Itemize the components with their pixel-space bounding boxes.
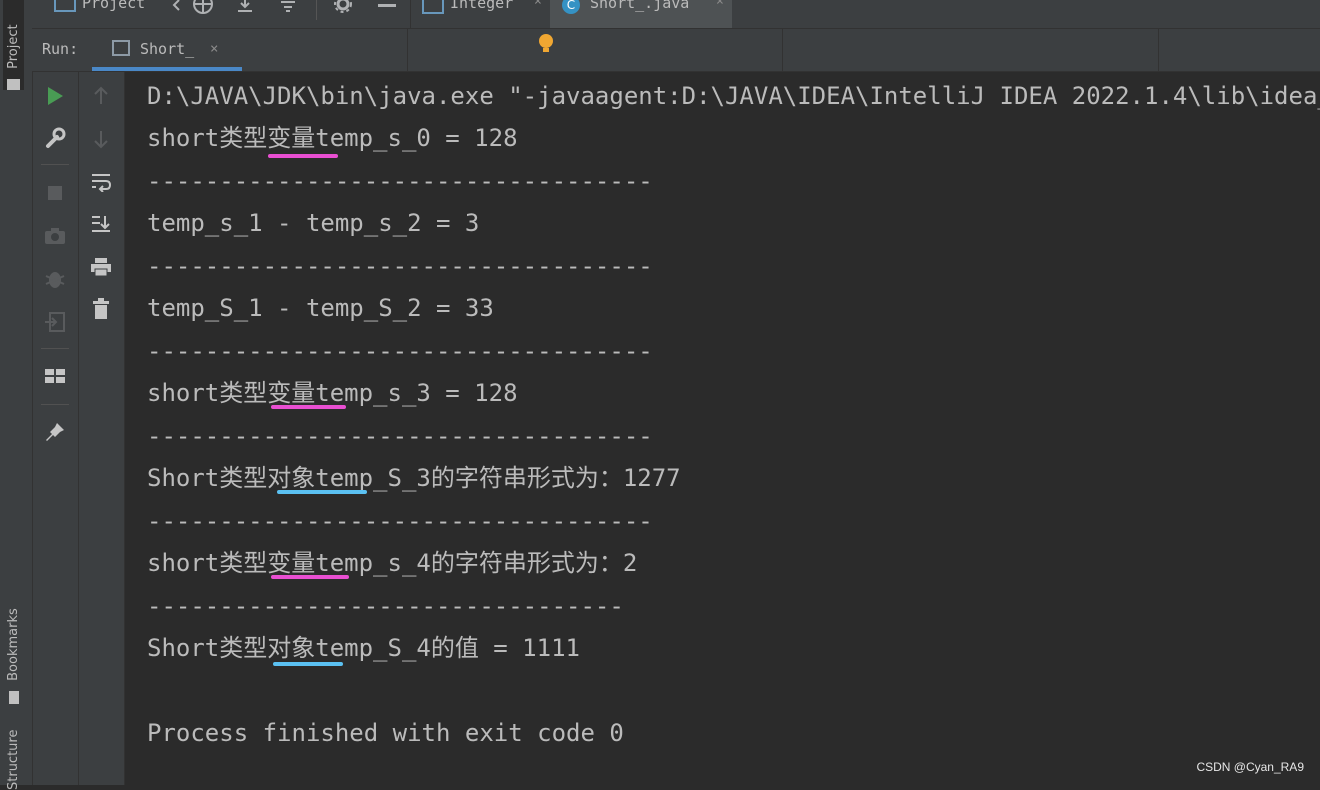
debug-bug-icon[interactable]	[43, 267, 67, 291]
highlight-underline	[273, 662, 343, 666]
project-view-icon	[54, 0, 76, 12]
class-file-icon	[422, 0, 444, 14]
arrow-up-icon[interactable]	[89, 84, 113, 108]
console-line: -----------------------------------	[147, 252, 653, 280]
console-line: short类型变量temp_s_0 = 128	[147, 124, 518, 152]
highlight-underline	[268, 154, 338, 158]
run-toolbar-primary	[33, 72, 79, 785]
camera-icon[interactable]	[43, 224, 67, 248]
console-line: temp_s_1 - temp_s_2 = 3	[147, 209, 480, 237]
highlight-underline	[271, 405, 346, 409]
console-line: short类型变量temp_s_4的字符串形式为：2	[147, 549, 638, 577]
gear-icon[interactable]	[332, 0, 354, 16]
editor-tab-short-java[interactable]: C Short_.java ×	[550, 0, 732, 28]
expand-all-icon[interactable]	[235, 0, 255, 16]
java-class-icon: C	[562, 0, 580, 14]
pin-icon[interactable]	[43, 420, 67, 444]
highlight-underline	[271, 575, 349, 579]
console-line: Process finished with exit code 0	[147, 719, 624, 747]
structure-tab-label: Structure	[6, 730, 21, 790]
console-line: Short类型对象temp_S_4的值 = 1111	[147, 634, 580, 662]
editor-tab-label: Short_.java	[590, 0, 690, 12]
close-tab-icon[interactable]: ×	[716, 0, 724, 9]
console-line: -----------------------------------	[147, 422, 653, 450]
structure-tool-tab[interactable]: Structure	[6, 730, 21, 790]
print-icon[interactable]	[89, 255, 113, 279]
console-output[interactable]: D:\JAVA\JDK\bin\java.exe "-javaagent:D:\…	[125, 72, 1320, 785]
editor-tab-bar: Project Integer × C Short_.java ×	[32, 0, 1320, 29]
header-divider	[1158, 29, 1159, 71]
console-line: temp_S_1 - temp_S_2 = 33	[147, 294, 494, 322]
active-tab-indicator	[92, 67, 242, 71]
layout-icon[interactable]	[43, 364, 67, 388]
collapse-all-icon[interactable]	[278, 0, 298, 16]
stop-icon[interactable]	[43, 181, 67, 205]
run-toolbar-secondary	[79, 72, 125, 785]
project-view-label[interactable]: Project	[82, 0, 145, 26]
rerun-icon[interactable]	[43, 84, 67, 108]
console-line: -----------------------------------	[147, 167, 653, 195]
editor-tab-label: Integer	[450, 0, 514, 12]
lightbulb-icon[interactable]	[537, 33, 555, 57]
console-line: short类型变量temp_s_3 = 128	[147, 379, 518, 407]
project-tool-tab[interactable]: Project	[3, 0, 24, 90]
run-tool-window-header: Run: Short_ ×	[32, 29, 1320, 72]
toolbar-separator	[316, 0, 317, 20]
close-tab-icon[interactable]: ×	[534, 0, 542, 9]
bookmark-icon	[9, 691, 19, 704]
exit-icon[interactable]	[43, 310, 67, 334]
close-run-tab-icon[interactable]: ×	[210, 41, 218, 57]
highlight-underline	[277, 490, 367, 494]
arrow-down-icon[interactable]	[89, 127, 113, 151]
run-tab-short[interactable]: Short_ ×	[92, 29, 242, 71]
header-divider	[782, 29, 783, 71]
wrench-icon[interactable]	[43, 126, 67, 150]
left-tool-stripe: Project Bookmarks Structure	[0, 0, 33, 790]
bookmarks-tool-tab[interactable]: Bookmarks	[6, 592, 21, 704]
soft-wrap-icon[interactable]	[89, 170, 113, 194]
header-divider	[407, 29, 408, 71]
run-label: Run:	[42, 40, 79, 58]
run-tab-label: Short_	[140, 40, 195, 58]
trash-icon[interactable]	[89, 297, 113, 321]
project-tab-label: Project	[6, 24, 21, 69]
editor-tab-integer[interactable]: Integer ×	[410, 0, 548, 28]
chevron-left-icon[interactable]	[170, 0, 182, 12]
console-line: -----------------------------------	[147, 507, 653, 535]
add-target-icon[interactable]	[192, 0, 214, 16]
console-line: ---------------------------------	[147, 592, 624, 620]
console-line: D:\JAVA\JDK\bin\java.exe "-javaagent:D:\…	[147, 82, 1320, 110]
bookmarks-tab-label: Bookmarks	[6, 608, 21, 681]
folder-icon	[7, 79, 21, 90]
console-line: -----------------------------------	[147, 337, 653, 365]
console-icon	[112, 40, 130, 56]
watermark: CSDN @Cyan_RA9	[1196, 760, 1304, 774]
scroll-to-end-icon[interactable]	[89, 212, 113, 236]
minimize-icon[interactable]	[378, 4, 396, 7]
console-line: Short类型对象temp_S_3的字符串形式为：1277	[147, 464, 681, 492]
